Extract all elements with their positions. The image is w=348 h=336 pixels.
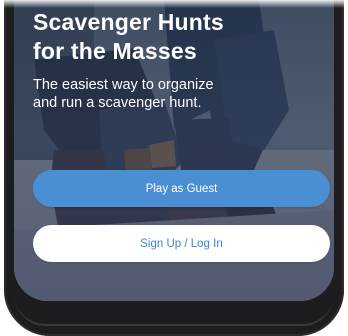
play-as-guest-button[interactable]: Play as Guest — [33, 170, 330, 207]
app-screen: Scavenger Hunts for the Masses The easie… — [0, 0, 348, 336]
hero-title-line: Scavenger Hunts — [33, 9, 224, 35]
hero-subtitle-line: The easiest way to organize — [33, 77, 214, 93]
hero-subtitle-line: and run a scavenger hunt. — [33, 95, 202, 111]
sign-up-log-in-button[interactable]: Sign Up / Log In — [33, 225, 330, 262]
hero-subtitle: The easiest way to organize and run a sc… — [33, 76, 323, 112]
hero-title: Scavenger Hunts for the Masses — [33, 8, 323, 66]
hero-title-line: for the Masses — [33, 38, 197, 64]
welcome-screen: Scavenger Hunts for the Masses The easie… — [14, 0, 334, 301]
